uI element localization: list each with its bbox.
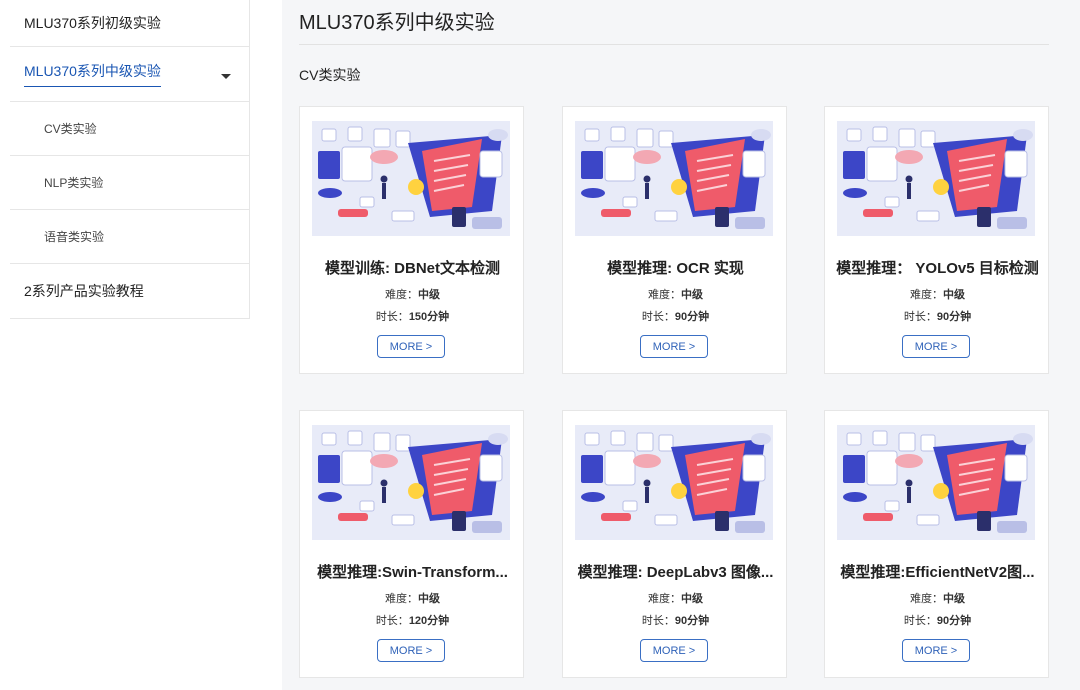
difficulty-label: 难度： — [648, 289, 681, 301]
page-title: MLU370系列中级实验 — [299, 12, 495, 34]
sidebar-item-label: MLU370系列初级实验 — [24, 15, 161, 31]
divider — [299, 44, 1049, 45]
difficulty-label: 难度： — [910, 593, 943, 605]
difficulty-label: 难度： — [385, 593, 418, 605]
duration-value: 120分钟 — [408, 615, 450, 627]
sidebar-item-mlu370-beginner[interactable]: MLU370系列初级实验 — [10, 0, 249, 47]
difficulty-value: 中级 — [943, 593, 965, 605]
duration-label: 时长： — [375, 311, 409, 323]
more-button[interactable]: MORE > — [377, 639, 445, 662]
sidebar-item-label: MLU370系列中级实验 — [24, 61, 161, 87]
duration-label: 时长： — [641, 311, 675, 323]
duration-value: 90分钟 — [674, 311, 710, 323]
experiment-card[interactable]: 模型推理: DeepLabv3 图像... 难度：中级 时长：90分钟 MORE… — [562, 410, 787, 678]
experiment-title: 模型推理:Swin-Transform... — [317, 564, 508, 581]
sidebar-subitem-cv[interactable]: CV类实验 — [10, 102, 249, 156]
experiment-illustration — [837, 121, 1035, 236]
experiment-illustration — [837, 425, 1035, 540]
duration-row: 时长：120分钟 — [300, 612, 525, 628]
duration-label: 时长： — [903, 615, 937, 627]
duration-value: 90分钟 — [674, 615, 710, 627]
section-title: CV类实验 — [299, 67, 361, 83]
experiment-card[interactable]: 模型推理: OCR 实现 难度：中级 时长：90分钟 MORE > — [562, 106, 787, 374]
sidebar-subitem-label: NLP类实验 — [44, 176, 104, 190]
duration-value: 90分钟 — [936, 615, 972, 627]
difficulty-label: 难度： — [385, 289, 418, 301]
difficulty-label: 难度： — [648, 593, 681, 605]
duration-row: 时长：90分钟 — [563, 308, 788, 324]
difficulty-row: 难度：中级 — [300, 590, 525, 606]
difficulty-row: 难度：中级 — [563, 286, 788, 302]
duration-row: 时长：90分钟 — [563, 612, 788, 628]
sidebar-subitem-label: CV类实验 — [44, 122, 97, 136]
sidebar-item-mlu370-intermediate[interactable]: MLU370系列中级实验 — [10, 47, 249, 102]
experiment-illustration — [312, 425, 510, 540]
more-button[interactable]: MORE > — [377, 335, 445, 358]
difficulty-row: 难度：中级 — [825, 286, 1050, 302]
sidebar-subitem-label: 语音类实验 — [44, 230, 105, 244]
experiment-card[interactable]: 模型训练: DBNet文本检测 难度：中级 时长：150分钟 MORE > — [299, 106, 524, 374]
difficulty-value: 中级 — [681, 289, 703, 301]
main-content: MLU370系列中级实验 CV类实验 模型训练: DBNet文本检测 难度：中级… — [282, 0, 1080, 690]
experiment-card[interactable]: 模型推理： YOLOv5 目标检测 难度：中级 时长：90分钟 MORE > — [824, 106, 1049, 374]
experiment-card[interactable]: 模型推理:EfficientNetV2图... 难度：中级 时长：90分钟 MO… — [824, 410, 1049, 678]
sidebar-subitem-nlp[interactable]: NLP类实验 — [10, 156, 249, 210]
difficulty-row: 难度：中级 — [563, 590, 788, 606]
experiment-illustration — [575, 425, 773, 540]
difficulty-value: 中级 — [681, 593, 703, 605]
caret-down-icon — [221, 73, 231, 79]
experiment-title: 模型推理:EfficientNetV2图... — [840, 564, 1035, 581]
experiment-card[interactable]: 模型推理:Swin-Transform... 难度：中级 时长：120分钟 MO… — [299, 410, 524, 678]
duration-label: 时长： — [903, 311, 937, 323]
sidebar-item-label: 2系列产品实验教程 — [24, 283, 144, 299]
experiment-title: 模型推理： YOLOv5 目标检测 — [836, 260, 1039, 277]
duration-row: 时长：150分钟 — [300, 308, 525, 324]
duration-value: 90分钟 — [936, 311, 972, 323]
difficulty-row: 难度：中级 — [825, 590, 1050, 606]
more-button[interactable]: MORE > — [902, 335, 970, 358]
experiment-title: 模型推理: DeepLabv3 图像... — [577, 564, 774, 581]
page: MLU370系列初级实验 MLU370系列中级实验 CV类实验 NLP类实验 语… — [0, 0, 1080, 690]
difficulty-value: 中级 — [418, 593, 440, 605]
duration-row: 时长：90分钟 — [825, 612, 1050, 628]
duration-label: 时长： — [641, 615, 675, 627]
experiment-title: 模型推理: OCR 实现 — [607, 260, 744, 277]
more-button[interactable]: MORE > — [640, 335, 708, 358]
experiment-title: 模型训练: DBNet文本检测 — [325, 260, 500, 277]
duration-value: 150分钟 — [408, 311, 450, 323]
difficulty-label: 难度： — [910, 289, 943, 301]
difficulty-row: 难度：中级 — [300, 286, 525, 302]
difficulty-value: 中级 — [943, 289, 965, 301]
difficulty-value: 中级 — [418, 289, 440, 301]
duration-row: 时长：90分钟 — [825, 308, 1050, 324]
experiment-illustration — [575, 121, 773, 236]
more-button[interactable]: MORE > — [902, 639, 970, 662]
experiment-illustration — [312, 121, 510, 236]
sidebar-subitem-speech[interactable]: 语音类实验 — [10, 210, 249, 264]
sidebar: MLU370系列初级实验 MLU370系列中级实验 CV类实验 NLP类实验 语… — [10, 0, 250, 319]
more-button[interactable]: MORE > — [640, 639, 708, 662]
sidebar-item-series2[interactable]: 2系列产品实验教程 — [10, 264, 249, 319]
duration-label: 时长： — [375, 615, 409, 627]
